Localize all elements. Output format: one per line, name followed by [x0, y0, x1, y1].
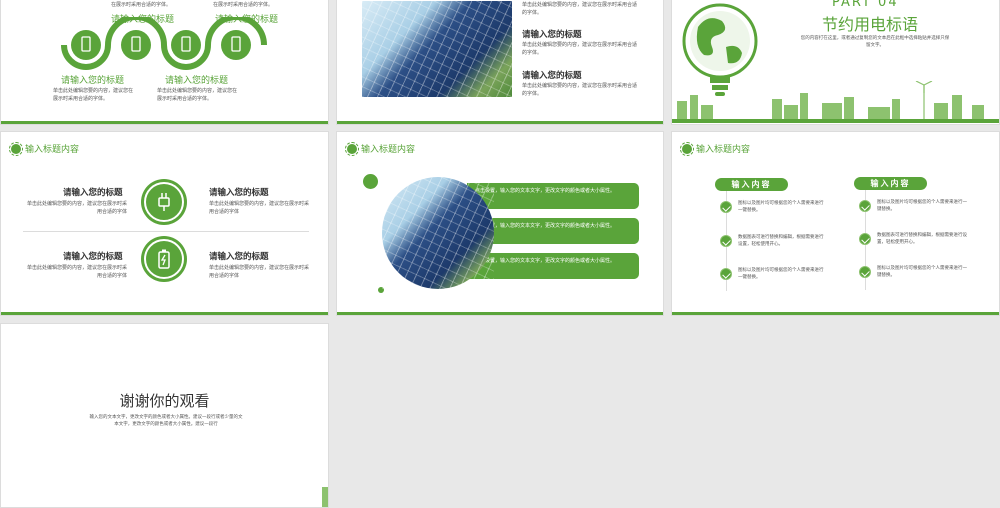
- slide4-title-2: 请输入您的标题: [209, 188, 269, 198]
- slide-5-thumbnail[interactable]: 输入标题内容 点击设置，输入您的文本文字，更改文字的颜色或者大小属性。 点击设置…: [336, 131, 664, 316]
- slide4-header-text: 输入标题内容: [25, 145, 80, 155]
- slide-bottom-bar: [672, 312, 999, 315]
- check-icon: [859, 233, 871, 245]
- slide-4-thumbnail[interactable]: 输入标题内容 请输入您的标题 单击此处编辑您要的内容，建议您在展示时采用合适的字…: [0, 131, 329, 316]
- slide-6-thumbnail[interactable]: 输入标题内容 输入内容 输入内容 图标以及图片均可根据您的个人需要来进行一键替换…: [671, 131, 1000, 316]
- check-icon: [720, 201, 732, 213]
- thanks-title: 谢谢你的观看: [119, 392, 210, 410]
- thanks-desc: 输入您的文本文字，更改文字的颜色或者大小属性。建议一段行或者少量的文本文字，更改…: [89, 415, 243, 427]
- slide4-title-1: 请输入您的标题: [63, 188, 123, 198]
- slide4-desc-1: 单击此处编辑您要的内容，建议您在展示时采用合适的字体: [26, 201, 127, 215]
- solar-panel-image: [362, 1, 512, 97]
- slide2-desc-1: 单击此处编辑您要的内容，建议您在展示时采用合适的字体。: [522, 42, 638, 56]
- right-item-1: 图标以及图片均可根据您的个人需要来进行一键替换。: [877, 200, 967, 212]
- slide-bottom-bar: [337, 121, 663, 124]
- slide1-top-right-text: 在展示时采用合适的字体。: [213, 2, 274, 8]
- left-content-tag: 输入内容: [715, 178, 788, 191]
- slide4-title-3: 请输入您的标题: [63, 252, 123, 262]
- check-icon: [859, 200, 871, 212]
- check-icon: [720, 268, 732, 280]
- slide2-title-2: 请输入您的标题: [522, 71, 582, 81]
- slide1-title-lower-left: 请输入您的标题: [61, 76, 125, 86]
- city-skyline-graphic: [672, 81, 999, 123]
- slide3-desc: 您的内容打在这里，或者通过复制您的文本后在此框中选择粘贴并选择只保留文字。: [800, 36, 950, 48]
- grass-decoration: [322, 487, 328, 507]
- right-item-3: 图标以及图片均可根据您的个人需要来进行一键替换。: [877, 266, 967, 278]
- slide-bottom-bar: [1, 121, 328, 124]
- slide-3-thumbnail[interactable]: PART 04 节约用电标语 您的内容打在这里，或者通过复制您的文本后在此框中选…: [671, 0, 1000, 125]
- slide3-part-label: PART 04: [832, 0, 899, 10]
- left-item-1: 图标以及图片均可根据您的个人需要来进行一键替换。: [738, 201, 824, 213]
- slide1-wave-graphic: [61, 17, 267, 70]
- slide4-desc-3: 单击此处编辑您要的内容，建议您在展示时采用合适的字体: [26, 265, 127, 279]
- slide1-title-lower-right: 请输入您的标题: [165, 76, 229, 86]
- slide4-desc-4: 单击此处编辑您要的内容，建议您在展示时采用合适的字体: [209, 265, 310, 279]
- slide1-desc-lower-left: 单击此处编辑您要的内容，建议您在展示时采用合适的字体。: [53, 88, 134, 102]
- slide5-header: 输入标题内容: [345, 141, 416, 156]
- decor-dot-large: [363, 174, 378, 189]
- slide5-header-text: 输入标题内容: [361, 145, 416, 155]
- battery-icon: [144, 239, 184, 279]
- slide-1-thumbnail[interactable]: 在展示时采用合适的字体。 在展示时采用合适的字体。 请输入您的标题 请输入您的标…: [0, 0, 329, 125]
- check-icon: [859, 266, 871, 278]
- slide-7-thumbnail[interactable]: 谢谢你的观看 输入您的文本文字，更改文字的颜色或者大小属性。建议一段行或者少量的…: [0, 323, 329, 508]
- solar-panel-circle-image: [382, 177, 494, 289]
- slide3-title: 节约用电标语: [822, 15, 919, 34]
- right-content-tag: 输入内容: [854, 177, 927, 190]
- slide2-desc-2: 单击此处编辑您要的内容，建议您在展示时采用合适的字体。: [522, 83, 638, 97]
- slide4-header: 输入标题内容: [9, 141, 80, 156]
- slide2-top-text: 单击此处编辑您要的内容，建议您在展示时采用合适的字体。: [522, 2, 638, 16]
- sun-icon: [9, 141, 23, 156]
- plug-icon: [144, 182, 184, 222]
- slide4-title-4: 请输入您的标题: [209, 252, 269, 262]
- slide4-desc-2: 单击此处编辑您要的内容，建议您在展示时采用合适的字体: [209, 201, 310, 215]
- slide6-header-text: 输入标题内容: [696, 145, 751, 155]
- slide-bottom-bar: [1, 312, 328, 315]
- divider-line: [23, 231, 309, 232]
- left-item-3: 图标以及图片均可根据您的个人需要来进行一键替换。: [738, 268, 824, 280]
- right-item-2: 数据图表可进行替换和编辑，根据需要进行设置，轻松使用开心。: [877, 233, 967, 245]
- slide-2-thumbnail[interactable]: 单击此处编辑您要的内容，建议您在展示时采用合适的字体。 请输入您的标题 单击此处…: [336, 0, 664, 125]
- slide2-title-1: 请输入您的标题: [522, 30, 582, 40]
- slide-bottom-bar: [337, 312, 663, 315]
- slide1-top-left-text: 在展示时采用合适的字体。: [111, 2, 172, 8]
- slide6-header: 输入标题内容: [680, 141, 751, 156]
- sun-icon: [680, 141, 694, 156]
- check-icon: [720, 235, 732, 247]
- sun-icon: [345, 141, 359, 156]
- left-item-2: 数据图表可进行替换和编辑，根据需要进行设置，轻松使用开心。: [738, 235, 824, 247]
- slide1-desc-lower-right: 单击此处编辑您要的内容，建议您在展示时采用合适的字体。: [157, 88, 238, 102]
